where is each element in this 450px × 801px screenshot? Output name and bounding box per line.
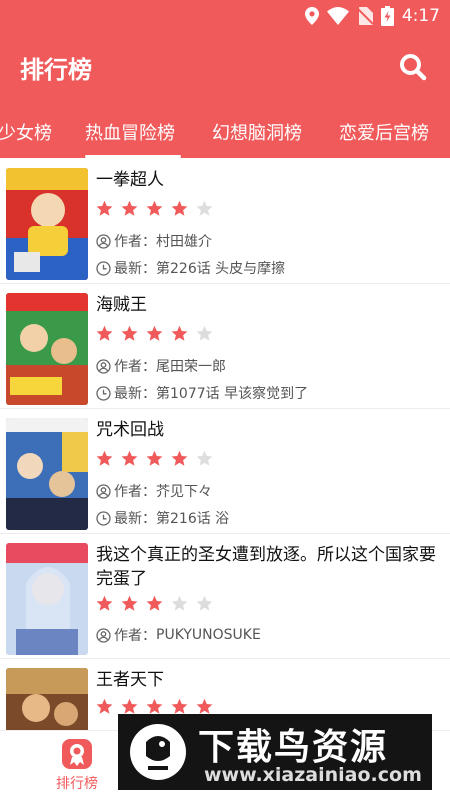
- star-filled-icon: [96, 450, 113, 466]
- category-tabs: 少女榜 热血冒险榜 幻想脑洞榜 恋爱后宫榜: [0, 102, 450, 158]
- comic-list[interactable]: 一拳超人 作者： 村田雄介 最新： 第226话 头皮与摩擦 海贼王 作者： 尾田荣一郎: [0, 158, 450, 730]
- comic-title: 咒术回战: [96, 420, 164, 440]
- star-filled-icon: [121, 325, 138, 341]
- star-filled-icon: [171, 325, 188, 341]
- star-filled-icon: [96, 325, 113, 341]
- star-empty-icon: [196, 450, 213, 466]
- star-filled-icon: [146, 698, 163, 714]
- star-filled-icon: [171, 450, 188, 466]
- latest-chapter: 第226话 头皮与摩擦: [156, 261, 286, 277]
- star-filled-icon: [171, 698, 188, 714]
- star-filled-icon: [96, 595, 113, 611]
- user-icon: [96, 233, 111, 249]
- cover-image: [6, 168, 88, 280]
- star-filled-icon: [146, 595, 163, 611]
- list-item[interactable]: 我这个真正的圣女遭到放逐。所以这个国家要完蛋了 作者： PUKYUNOSUKE: [0, 533, 450, 658]
- list-item[interactable]: 咒术回战 作者： 芥见下々 最新： 第216话 浴: [0, 408, 450, 533]
- comic-title: 王者天下: [96, 670, 164, 690]
- comic-title: 我这个真正的圣女遭到放逐。所以这个国家要完蛋了: [96, 545, 436, 589]
- latest-prefix: 最新：: [114, 261, 156, 277]
- watermark-url: www.xiazainiao.com: [204, 764, 422, 786]
- star-empty-icon: [196, 325, 213, 341]
- clock-icon: [96, 510, 111, 526]
- author-line: 作者： 尾田荣一郎: [96, 356, 226, 376]
- status-time: 4:17: [401, 6, 440, 26]
- author-name: 村田雄介: [156, 234, 212, 250]
- author-line: 作者： 村田雄介: [96, 231, 212, 251]
- status-icons: 4:17: [304, 4, 440, 28]
- page-title: 排行榜: [20, 56, 92, 84]
- author-line: 作者： 芥见下々: [96, 481, 212, 501]
- location-icon: [304, 7, 319, 25]
- star-empty-icon: [171, 595, 188, 611]
- cover-image: [6, 418, 88, 530]
- author-prefix: 作者：: [114, 628, 156, 644]
- tab-rexue-maoxian[interactable]: 热血冒险榜: [85, 119, 175, 145]
- star-rating: [96, 450, 213, 470]
- star-rating: [96, 595, 213, 615]
- star-rating: [96, 200, 213, 220]
- latest-line: 最新： 第1077话 早该察觉到了: [96, 383, 308, 403]
- star-filled-icon: [171, 200, 188, 216]
- latest-prefix: 最新：: [114, 386, 156, 402]
- app-bar: 排行榜: [0, 32, 450, 102]
- bird-logo-icon: [130, 724, 186, 780]
- clock-icon: [96, 385, 111, 401]
- latest-prefix: 最新：: [114, 511, 156, 527]
- comic-title: 一拳超人: [96, 170, 164, 190]
- nav-rank-label: 排行榜: [56, 776, 98, 792]
- star-filled-icon: [146, 450, 163, 466]
- tab-huanxiang-naodong[interactable]: 幻想脑洞榜: [212, 119, 302, 145]
- star-filled-icon: [121, 698, 138, 714]
- cover-image: [6, 668, 88, 730]
- author-name: PUKYUNOSUKE: [156, 627, 261, 643]
- latest-line: 最新： 第226话 头皮与摩擦: [96, 258, 285, 278]
- latest-chapter: 第216话 浴: [156, 511, 230, 527]
- star-filled-icon: [96, 200, 113, 216]
- latest-chapter: 第1077话 早该察觉到了: [156, 386, 309, 402]
- watermark-title: 下载鸟资源: [198, 727, 389, 768]
- author-prefix: 作者：: [114, 234, 156, 250]
- author-prefix: 作者：: [114, 359, 156, 375]
- tab-shaonv[interactable]: 少女榜: [0, 119, 52, 145]
- list-item[interactable]: 海贼王 作者： 尾田荣一郎 最新： 第1077话 早该察觉到了: [0, 283, 450, 408]
- star-filled-icon: [146, 325, 163, 341]
- rank-icon: [62, 739, 92, 769]
- user-icon: [96, 358, 111, 374]
- star-rating: [96, 325, 213, 345]
- list-item[interactable]: 一拳超人 作者： 村田雄介 最新： 第226话 头皮与摩擦: [0, 158, 450, 283]
- watermark-banner: 下载鸟资源 www.xiazainiao.com: [118, 714, 432, 790]
- star-filled-icon: [121, 595, 138, 611]
- author-name: 芥见下々: [156, 484, 212, 500]
- star-empty-icon: [196, 200, 213, 216]
- clock-icon: [96, 260, 111, 276]
- search-icon: [400, 54, 427, 81]
- search-button[interactable]: [398, 52, 428, 82]
- star-filled-icon: [146, 200, 163, 216]
- battery-icon: [380, 6, 394, 26]
- author-prefix: 作者：: [114, 484, 156, 500]
- cover-image: [6, 543, 88, 655]
- comic-title: 海贼王: [96, 295, 147, 315]
- star-filled-icon: [196, 698, 213, 714]
- user-icon: [96, 483, 111, 499]
- nav-item-rank[interactable]: 排行榜: [42, 739, 112, 793]
- star-filled-icon: [121, 200, 138, 216]
- no-sim-icon: [356, 7, 373, 25]
- tab-lianai-hougong[interactable]: 恋爱后宫榜: [339, 119, 429, 145]
- star-filled-icon: [121, 450, 138, 466]
- latest-line: 最新： 第216话 浴: [96, 508, 229, 528]
- star-empty-icon: [196, 595, 213, 611]
- wifi-icon: [326, 7, 349, 25]
- cover-image: [6, 293, 88, 405]
- star-filled-icon: [96, 698, 113, 714]
- status-bar: 4:17: [0, 0, 450, 32]
- author-name: 尾田荣一郎: [156, 359, 226, 375]
- user-icon: [96, 627, 111, 643]
- author-line: 作者： PUKYUNOSUKE: [96, 625, 261, 645]
